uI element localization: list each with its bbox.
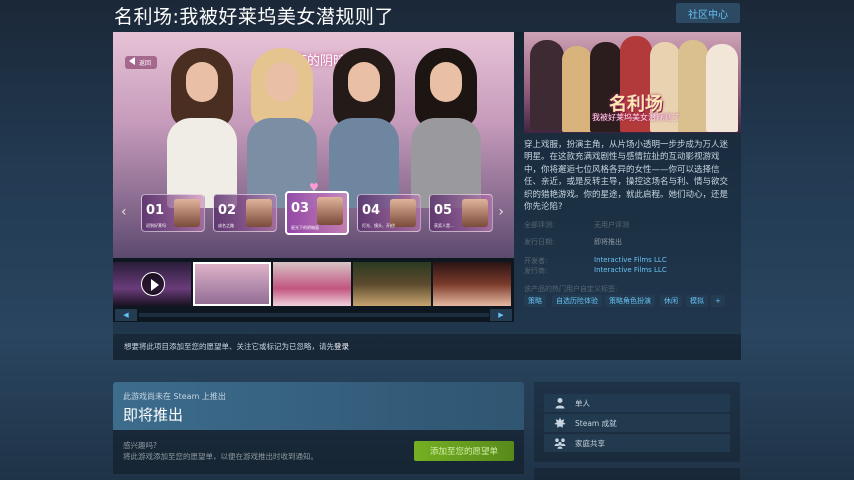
feature-label: 单人 (575, 399, 590, 408)
release-key: 发行日期: (524, 238, 555, 246)
main-screenshot[interactable]: 返回 星光下的阴暗面 ♥ 01 初到好莱坞 02 成名之路 03 星光下的阴暗面… (113, 32, 514, 258)
chapter-number: 04 (362, 203, 381, 218)
header-capsule-image: 名利场 我被好莱坞美女潜规则了 (524, 32, 741, 133)
character-figure (163, 48, 241, 208)
developer-key: 开发者: (524, 257, 548, 265)
login-notice-bar: 想要将此项目添加至您的愿望单、关注它或标记为已忽略，请先登录 (113, 334, 741, 360)
thumbnail-scrollbar[interactable]: ◀ ▶ (113, 308, 514, 322)
chapter-number: 02 (218, 203, 237, 218)
publisher-link[interactable]: Interactive Films LLC (594, 266, 667, 274)
play-icon (141, 272, 165, 296)
capsule-character (530, 40, 564, 130)
chapter-label: 成名之路 (218, 223, 234, 228)
chapter-number: 03 (291, 201, 310, 216)
wishlist-question: 感兴趣吗? (123, 441, 157, 450)
developer-link[interactable]: Interactive Films LLC (594, 256, 667, 264)
chapter-card-selected: 03 星光下的阴暗面 (285, 191, 349, 235)
screenshot-next-arrow-icon: › (498, 204, 504, 220)
thumbnail[interactable] (433, 262, 511, 306)
features-panel-bottom (534, 468, 740, 480)
login-notice-text: 想要将此项目添加至您的愿望单、关注它或标记为已忽略，请先登录 (124, 341, 349, 352)
tags-label: 该产品的热门用户自定义标签: (524, 285, 618, 293)
chapter-card: 01 初到好莱坞 (141, 194, 205, 232)
feature-label: 家庭共享 (575, 439, 605, 448)
capsule-subtitle: 我被好莱坞美女潜规则了 (592, 113, 680, 122)
wishlist-description: 将此游戏添加至您的愿望单，以便在游戏推出时收到通知。 (123, 452, 318, 461)
features-panel: 单人 Steam 成就 家庭共享 (534, 382, 740, 462)
achievements-icon (554, 417, 566, 428)
screenshot-prev-arrow-icon: ‹ (121, 204, 127, 220)
publisher-key: 发行商: (524, 267, 548, 275)
reviews-key: 全部评测: (524, 221, 555, 229)
chapter-picture (317, 197, 343, 225)
release-value: 即将推出 (594, 238, 622, 246)
tag-more-button[interactable]: + (711, 295, 725, 307)
scroll-left-button[interactable]: ◀ (115, 309, 137, 321)
single-player-icon (555, 398, 565, 409)
thumbnail-video[interactable] (113, 262, 191, 306)
chapter-picture (462, 199, 488, 227)
capsule-character (706, 44, 738, 132)
add-to-wishlist-button[interactable]: 添加至您的愿望单 (414, 441, 514, 461)
tag[interactable]: 休闲 (660, 295, 682, 307)
feature-steam-achievements[interactable]: Steam 成就 (544, 414, 730, 432)
chapter-card: 05 获奖人是… (429, 194, 493, 232)
character-figure (407, 48, 485, 208)
reviews-value: 无用户评测 (594, 221, 629, 229)
family-sharing-icon (554, 438, 566, 449)
tag[interactable]: 自选历险体验 (552, 295, 602, 307)
chapter-picture (174, 199, 200, 227)
chapter-number: 01 (146, 203, 165, 218)
thumbnail-selected[interactable] (193, 262, 271, 306)
thumbnail-strip (113, 262, 514, 306)
feature-label: Steam 成就 (575, 419, 617, 428)
wishlist-panel: 感兴趣吗? 将此游戏添加至您的愿望单，以便在游戏推出时收到通知。 添加至您的愿望… (113, 430, 524, 474)
chapter-label: 灯光、镜头、开拍! (362, 223, 396, 228)
media-panel: 返回 星光下的阴暗面 ♥ 01 初到好莱坞 02 成名之路 03 星光下的阴暗面… (113, 32, 514, 322)
chapter-picture (246, 199, 272, 227)
chapter-card: 04 灯光、镜头、开拍! (357, 194, 421, 232)
login-link[interactable]: 登录 (334, 342, 349, 351)
scroll-track[interactable] (139, 313, 489, 317)
community-hub-button[interactable]: 社区中心 (676, 3, 740, 23)
chapter-number: 05 (434, 203, 453, 218)
tag[interactable]: 模拟 (686, 295, 708, 307)
coming-soon-subtitle: 此游戏尚未在 Steam 上推出 (123, 392, 226, 401)
chapter-cards: ♥ 01 初到好莱坞 02 成名之路 03 星光下的阴暗面 04 灯光、镜头、开… (141, 182, 493, 235)
chapter-label: 星光下的阴暗面 (291, 225, 319, 230)
feature-family-sharing[interactable]: 家庭共享 (544, 434, 730, 452)
feature-single-player[interactable]: 单人 (544, 394, 730, 412)
tag[interactable]: 策略角色扮演 (605, 295, 655, 307)
character-figure (325, 48, 403, 208)
chapter-label: 初到好莱坞 (146, 223, 166, 228)
scroll-right-button[interactable]: ▶ (490, 309, 512, 321)
chapter-card: 02 成名之路 (213, 194, 277, 232)
page-title: 名利场:我被好莱坞美女潜规则了 (114, 6, 394, 28)
coming-soon-banner: 此游戏尚未在 Steam 上推出 即将推出 (113, 382, 524, 430)
coming-soon-title: 即将推出 (123, 406, 184, 424)
game-description: 穿上戏服，扮演主角，从片场小透明一步步成为万人迷明星。在这款充满戏剧性与感情拉扯… (524, 140, 729, 213)
login-notice-message: 想要将此项目添加至您的愿望单、关注它或标记为已忽略，请先 (124, 342, 334, 351)
thumbnail[interactable] (273, 262, 351, 306)
thumbnail[interactable] (353, 262, 431, 306)
tag[interactable]: 策略 (524, 295, 546, 307)
chapter-label: 获奖人是… (434, 223, 454, 228)
